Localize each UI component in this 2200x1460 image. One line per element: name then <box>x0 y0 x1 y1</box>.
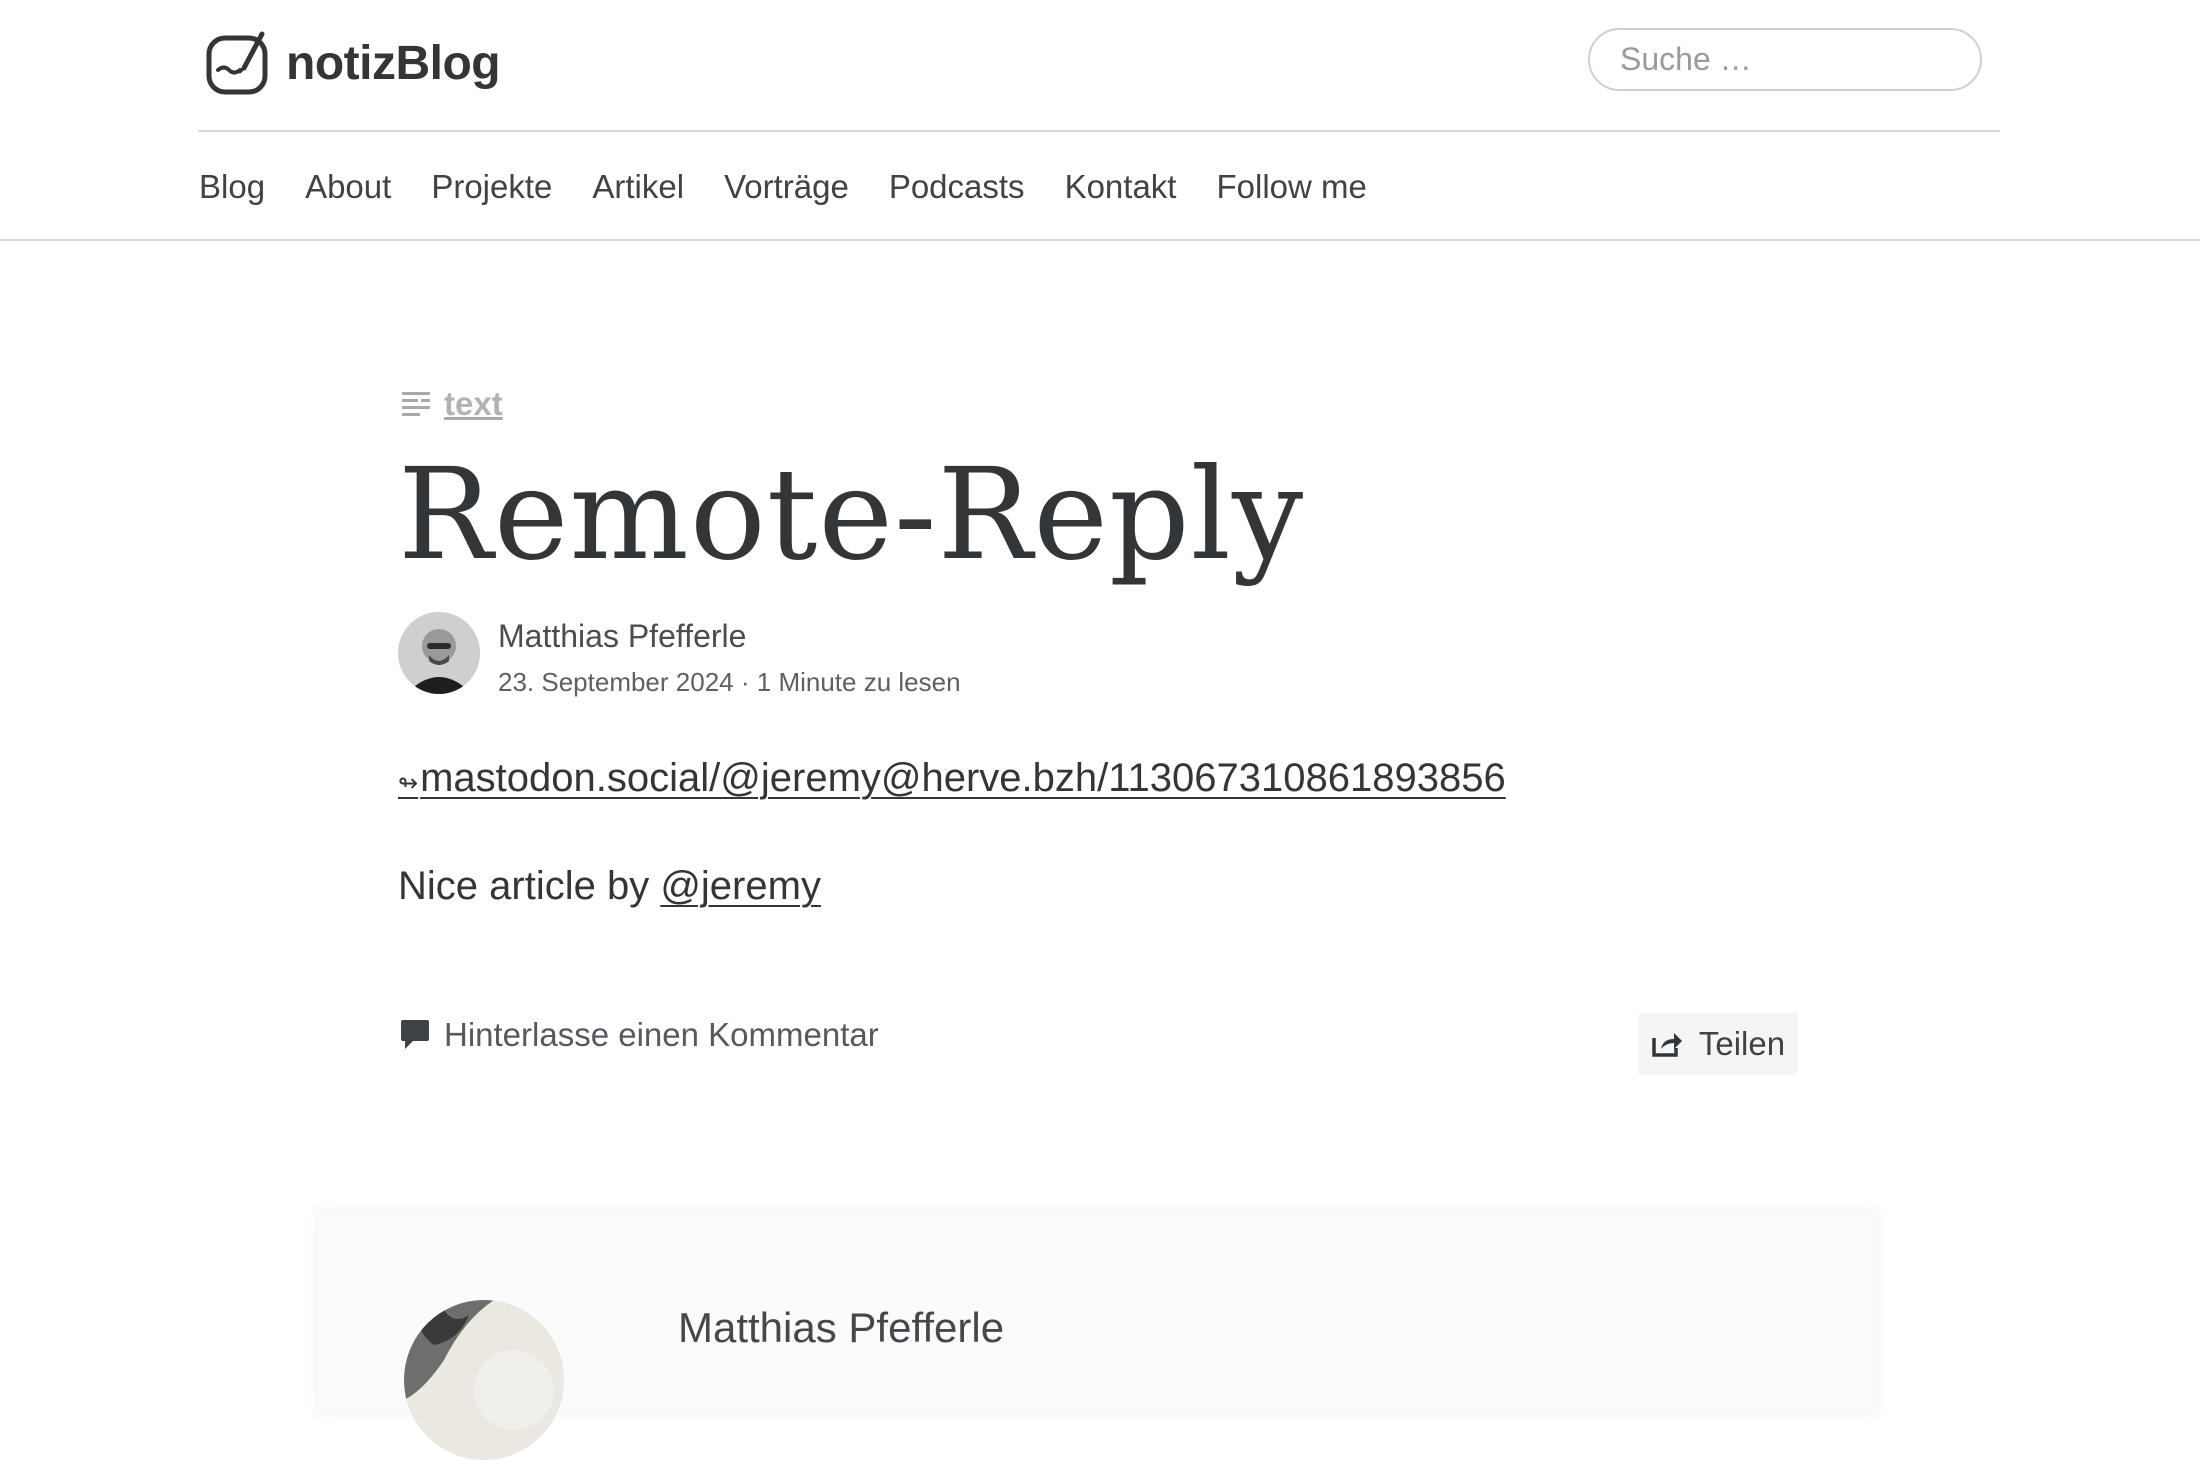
nav-item-blog[interactable]: Blog <box>199 168 265 206</box>
author-box: Matthias Pfefferle <box>318 1212 1876 1460</box>
post-title: Remote-Reply <box>398 441 1305 588</box>
post-body: Nice article by @jeremy <box>398 860 821 912</box>
site-brand-link[interactable]: notizBlog <box>204 28 501 98</box>
header-divider <box>198 130 2000 132</box>
main-nav: Blog About Projekte Artikel Vorträge Pod… <box>199 160 1407 214</box>
meta-separator: · <box>740 667 750 697</box>
share-label: Teilen <box>1698 1025 1786 1062</box>
post-body-text: Nice article by <box>398 864 661 908</box>
nav-item-follow-me[interactable]: Follow me <box>1216 168 1366 206</box>
search-form <box>1588 28 1982 91</box>
post-byline: Matthias Pfefferle 23. September 2024 · … <box>398 612 961 702</box>
mention-link[interactable]: @jeremy <box>660 864 821 908</box>
byline-text: Matthias Pfefferle 23. September 2024 · … <box>498 612 961 702</box>
nav-item-projekte[interactable]: Projekte <box>431 168 552 206</box>
site-name: notizBlog <box>286 36 501 90</box>
author-name-link[interactable]: Matthias Pfefferle <box>498 614 961 658</box>
reply-context: ↬mastodon.social/@jeremy@herve.bzh/11306… <box>398 752 1506 810</box>
nav-item-vortraege[interactable]: Vorträge <box>724 168 849 206</box>
reading-time: 1 Minute zu lesen <box>756 667 961 697</box>
share-icon <box>1652 1033 1682 1057</box>
reply-url-text: mastodon.social/@jeremy@herve.bzh/113067… <box>420 756 1506 800</box>
nav-item-kontakt[interactable]: Kontakt <box>1065 168 1177 206</box>
reply-url-link[interactable]: ↬mastodon.social/@jeremy@herve.bzh/11306… <box>398 756 1506 800</box>
post-meta: 23. September 2024 · 1 Minute zu lesen <box>498 662 961 702</box>
nav-item-podcasts[interactable]: Podcasts <box>889 168 1025 206</box>
share-button[interactable]: Teilen <box>1638 1013 1798 1075</box>
leave-comment-link[interactable]: Hinterlasse einen Kommentar <box>400 1016 879 1054</box>
site-header: notizBlog Blog About Projekte Artikel Vo… <box>0 0 2200 241</box>
text-lines-icon <box>402 392 430 416</box>
nav-item-about[interactable]: About <box>305 168 391 206</box>
author-avatar-image <box>398 612 480 694</box>
search-input[interactable] <box>1588 28 1982 91</box>
author-box-avatar-image <box>404 1300 564 1460</box>
author-box-name: Matthias Pfefferle <box>678 1304 1005 1351</box>
author-box-avatar <box>404 1300 564 1460</box>
leave-comment-label: Hinterlasse einen Kommentar <box>444 1016 879 1053</box>
avatar[interactable] <box>398 612 480 694</box>
speech-bubble-icon <box>401 1020 429 1049</box>
post-format-link[interactable]: text <box>400 385 503 423</box>
notepad-pen-icon <box>206 31 268 95</box>
post-date: 23. September 2024 <box>498 667 734 697</box>
post-format-label: text <box>444 385 503 422</box>
nav-item-artikel[interactable]: Artikel <box>592 168 684 206</box>
reply-arrow-icon: ↬ <box>398 770 419 797</box>
